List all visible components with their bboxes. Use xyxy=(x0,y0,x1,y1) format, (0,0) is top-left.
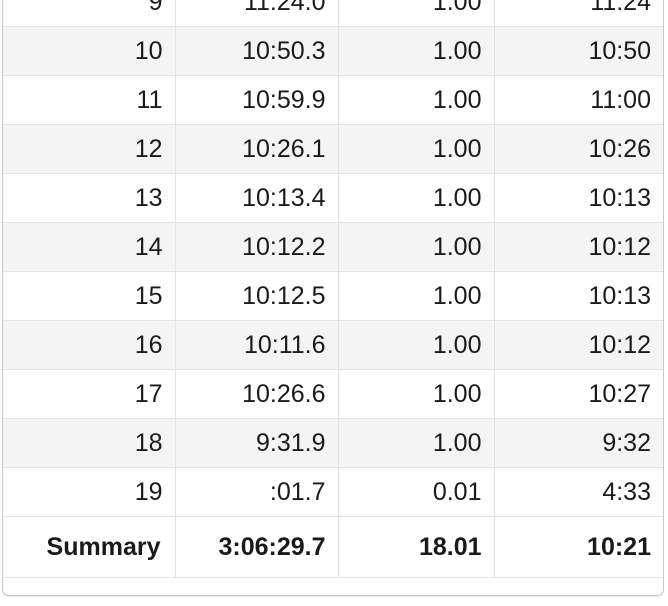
distance-cell: 1.00 xyxy=(338,418,495,468)
pace-cell: 9:32 xyxy=(494,418,663,468)
table-row[interactable]: 13 10:13.4 1.00 10:13 xyxy=(3,173,663,223)
distance-cell: 1.00 xyxy=(338,369,495,419)
lap-time-cell: 10:59.9 xyxy=(175,75,339,125)
lap-table-body: 9 11:24.0 1.00 11:24 10 10:50.3 1.00 10:50 11 10:… xyxy=(3,0,663,578)
table-row[interactable]: 18 9:31.9 1.00 9:32 xyxy=(3,418,663,468)
lap-number-cell: 12 xyxy=(3,124,176,174)
lap-number-cell: 13 xyxy=(3,173,176,223)
lap-number-cell: 19 xyxy=(3,467,176,517)
lap-table: 9 11:24.0 1.00 11:24 10 10:50.3 1.00 10:50 11 10:… xyxy=(3,0,663,578)
table-row[interactable]: 9 11:24.0 1.00 11:24 xyxy=(3,0,663,27)
summary-pace-cell: 10:21 xyxy=(494,516,663,578)
table-row[interactable]: 17 10:26.6 1.00 10:27 xyxy=(3,369,663,419)
pace-cell: 10:13 xyxy=(494,271,663,321)
table-row[interactable]: 14 10:12.2 1.00 10:12 xyxy=(3,222,663,272)
table-row[interactable]: 16 10:11.6 1.00 10:12 xyxy=(3,320,663,370)
pace-cell: 10:12 xyxy=(494,222,663,272)
distance-cell: 1.00 xyxy=(338,173,495,223)
distance-cell: 1.00 xyxy=(338,75,495,125)
lap-time-cell: 10:11.6 xyxy=(175,320,339,370)
summary-row: Summary 3:06:29.7 18.01 10:21 xyxy=(3,516,663,578)
pace-cell: 10:50 xyxy=(494,26,663,76)
lap-number-cell: 9 xyxy=(3,0,176,27)
lap-number-cell: 17 xyxy=(3,369,176,419)
pace-cell: 11:00 xyxy=(494,75,663,125)
lap-table-container[interactable]: 9 11:24.0 1.00 11:24 10 10:50.3 1.00 10:50 11 10:… xyxy=(2,0,664,596)
summary-lap-time-cell: 3:06:29.7 xyxy=(175,516,339,578)
table-row[interactable]: 10 10:50.3 1.00 10:50 xyxy=(3,26,663,76)
lap-number-cell: 11 xyxy=(3,75,176,125)
table-row[interactable]: 19:01.7 0.01 4:33 xyxy=(3,467,663,517)
lap-time-cell: 11:24.0 xyxy=(175,0,339,27)
pace-cell: 10:13 xyxy=(494,173,663,223)
pace-cell: 10:12 xyxy=(494,320,663,370)
distance-cell: 1.00 xyxy=(338,26,495,76)
distance-cell: 1.00 xyxy=(338,271,495,321)
lap-number-cell: 10 xyxy=(3,26,176,76)
lap-number-cell: 14 xyxy=(3,222,176,272)
pace-cell: 10:27 xyxy=(494,369,663,419)
lap-number-cell: 18 xyxy=(3,418,176,468)
table-row[interactable]: 11 10:59.9 1.00 11:00 xyxy=(3,75,663,125)
table-row[interactable]: 15 10:12.5 1.00 10:13 xyxy=(3,271,663,321)
distance-cell: 1.00 xyxy=(338,124,495,174)
lap-time-cell: :01.7 xyxy=(175,467,339,517)
lap-time-cell: 10:12.5 xyxy=(175,271,339,321)
table-row[interactable]: 12 10:26.1 1.00 10:26 xyxy=(3,124,663,174)
lap-number-cell: 15 xyxy=(3,271,176,321)
distance-cell: 1.00 xyxy=(338,222,495,272)
summary-lap-number-cell: Summary xyxy=(3,516,176,578)
lap-time-cell: 9:31.9 xyxy=(175,418,339,468)
lap-time-cell: 10:50.3 xyxy=(175,26,339,76)
distance-cell: 0.01 xyxy=(338,467,495,517)
lap-time-cell: 10:13.4 xyxy=(175,173,339,223)
lap-time-cell: 10:12.2 xyxy=(175,222,339,272)
distance-cell: 1.00 xyxy=(338,0,495,27)
lap-time-cell: 10:26.6 xyxy=(175,369,339,419)
distance-cell: 1.00 xyxy=(338,320,495,370)
pace-cell: 4:33 xyxy=(494,467,663,517)
lap-time-cell: 10:26.1 xyxy=(175,124,339,174)
pace-cell: 11:24 xyxy=(494,0,663,27)
summary-distance-cell: 18.01 xyxy=(338,516,495,578)
pace-cell: 10:26 xyxy=(494,124,663,174)
lap-number-cell: 16 xyxy=(3,320,176,370)
